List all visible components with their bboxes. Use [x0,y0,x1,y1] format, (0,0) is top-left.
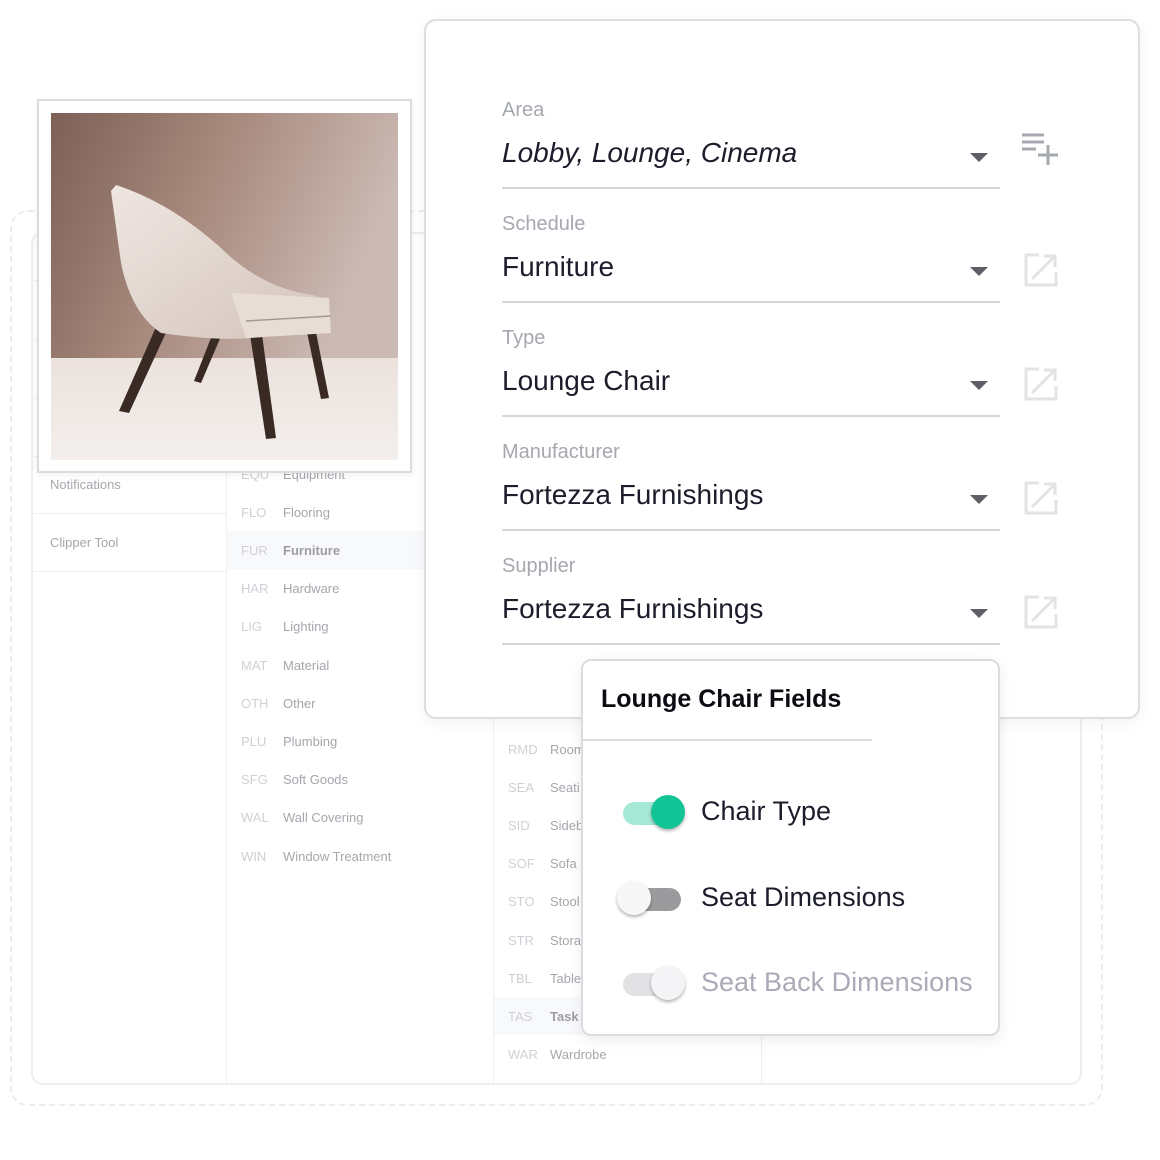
toggle-switch[interactable] [621,795,687,831]
item-name: Flooring [283,504,330,520]
dropdown-arrow-icon[interactable] [970,267,988,276]
item-name: Furniture [283,542,341,558]
item-code: HAR [241,581,269,597]
item-code: SEA [508,779,535,795]
product-image-card [37,99,412,473]
list-item[interactable]: WAL Wall Covering [227,799,493,837]
list-item[interactable]: PLU Plumbing [227,722,493,760]
open-in-new-icon[interactable] [1022,479,1060,517]
divider [583,739,872,741]
field-label: Manufacturer [502,441,620,463]
field-value: Furniture [502,251,615,282]
item-code: STR [508,932,534,948]
item-code: OTH [241,695,269,711]
lounge-chair-photo [51,113,398,460]
field-label: Type [502,327,546,349]
item-name: Task [550,1008,579,1024]
item-name: Seati [550,779,580,795]
dropdown-arrow-icon[interactable] [970,381,988,390]
field-area-select[interactable]: Area Lobby, Lounge, Cinema [502,99,1000,189]
item-name: Other [283,695,316,711]
field-label: Supplier [502,555,576,577]
item-name: Wall Covering [283,810,364,826]
popup-title: Lounge Chair Fields [601,685,842,713]
item-details-card: Area Lobby, Lounge, Cinema Schedule Furnitu… [424,19,1140,719]
item-name: Stora [550,932,582,948]
open-in-new-icon[interactable] [1022,251,1060,289]
field-value: Fortezza Furnishings [502,593,764,624]
field-type-select[interactable]: Type Lounge Chair [502,327,1000,417]
field-schedule-select[interactable]: Schedule Furniture [502,213,1000,303]
toggle-knob [651,966,685,1000]
field-value: Lobby, Lounge, Cinema [502,137,798,168]
toggle-label: Chair Type [701,796,832,826]
toggle-label: Seat Back Dimensions [701,967,973,997]
item-name: Hardware [283,581,340,597]
dropdown-arrow-icon[interactable] [970,153,988,162]
item-name: Soft Goods [283,772,349,788]
toggle-knob [651,795,685,829]
field-supplier-select[interactable]: Supplier Fortezza Furnishings [502,555,1000,645]
toggle-switch[interactable] [617,880,687,917]
list-item[interactable]: WAR Wardrobe [494,1036,761,1074]
item-name: Plumbing [283,733,338,749]
toggle-switch[interactable] [621,966,687,1002]
field-label: Area [502,99,545,121]
item-code: SID [508,817,530,833]
item-name: Sofa [550,856,577,872]
item-code: TBL [508,970,532,986]
item-name: Lighting [283,619,329,635]
item-name: Stool [550,894,580,910]
item-name: Window Treatment [283,848,392,864]
item-code: LIG [241,619,262,635]
item-name: Sideb [550,817,584,833]
field-label: Schedule [502,213,586,235]
item-code: STO [508,894,535,910]
field-value: Fortezza Furnishings [502,479,764,510]
open-in-new-icon[interactable] [1022,365,1060,403]
item-name: Room [550,741,585,757]
item-code: TAS [508,1008,533,1024]
toggle-knob [617,880,651,915]
dropdown-arrow-icon[interactable] [970,495,988,504]
fields-popup: Lounge Chair Fields Chair Type Seat Dimen… [581,659,1000,1036]
item-name: Wardrobe [550,1047,607,1063]
field-value: Lounge Chair [502,365,671,396]
item-name: Table [550,970,582,986]
item-code: FUR [241,542,268,558]
open-in-new-icon[interactable] [1022,593,1060,631]
nav-item[interactable]: Clipper Tool [33,514,226,572]
item-code: SOF [508,856,535,872]
item-code: MAT [241,657,268,673]
item-name: Material [283,657,330,673]
list-item[interactable]: WIN Window Treatment [227,837,493,875]
list-item[interactable]: SFG Soft Goods [227,761,493,799]
item-code: FLO [241,504,267,520]
item-code: PLU [241,733,267,749]
item-code: WAL [241,810,269,826]
item-code: SFG [241,772,268,788]
dropdown-arrow-icon[interactable] [970,609,988,618]
item-code: WIN [241,848,267,864]
field-manufacturer-select[interactable]: Manufacturer Fortezza Furnishings [502,441,1000,531]
item-code: WAR [508,1047,538,1063]
toggle-label: Seat Dimensions [701,881,906,912]
playlist-add-icon[interactable] [1022,129,1060,167]
item-code: RMD [508,741,538,757]
